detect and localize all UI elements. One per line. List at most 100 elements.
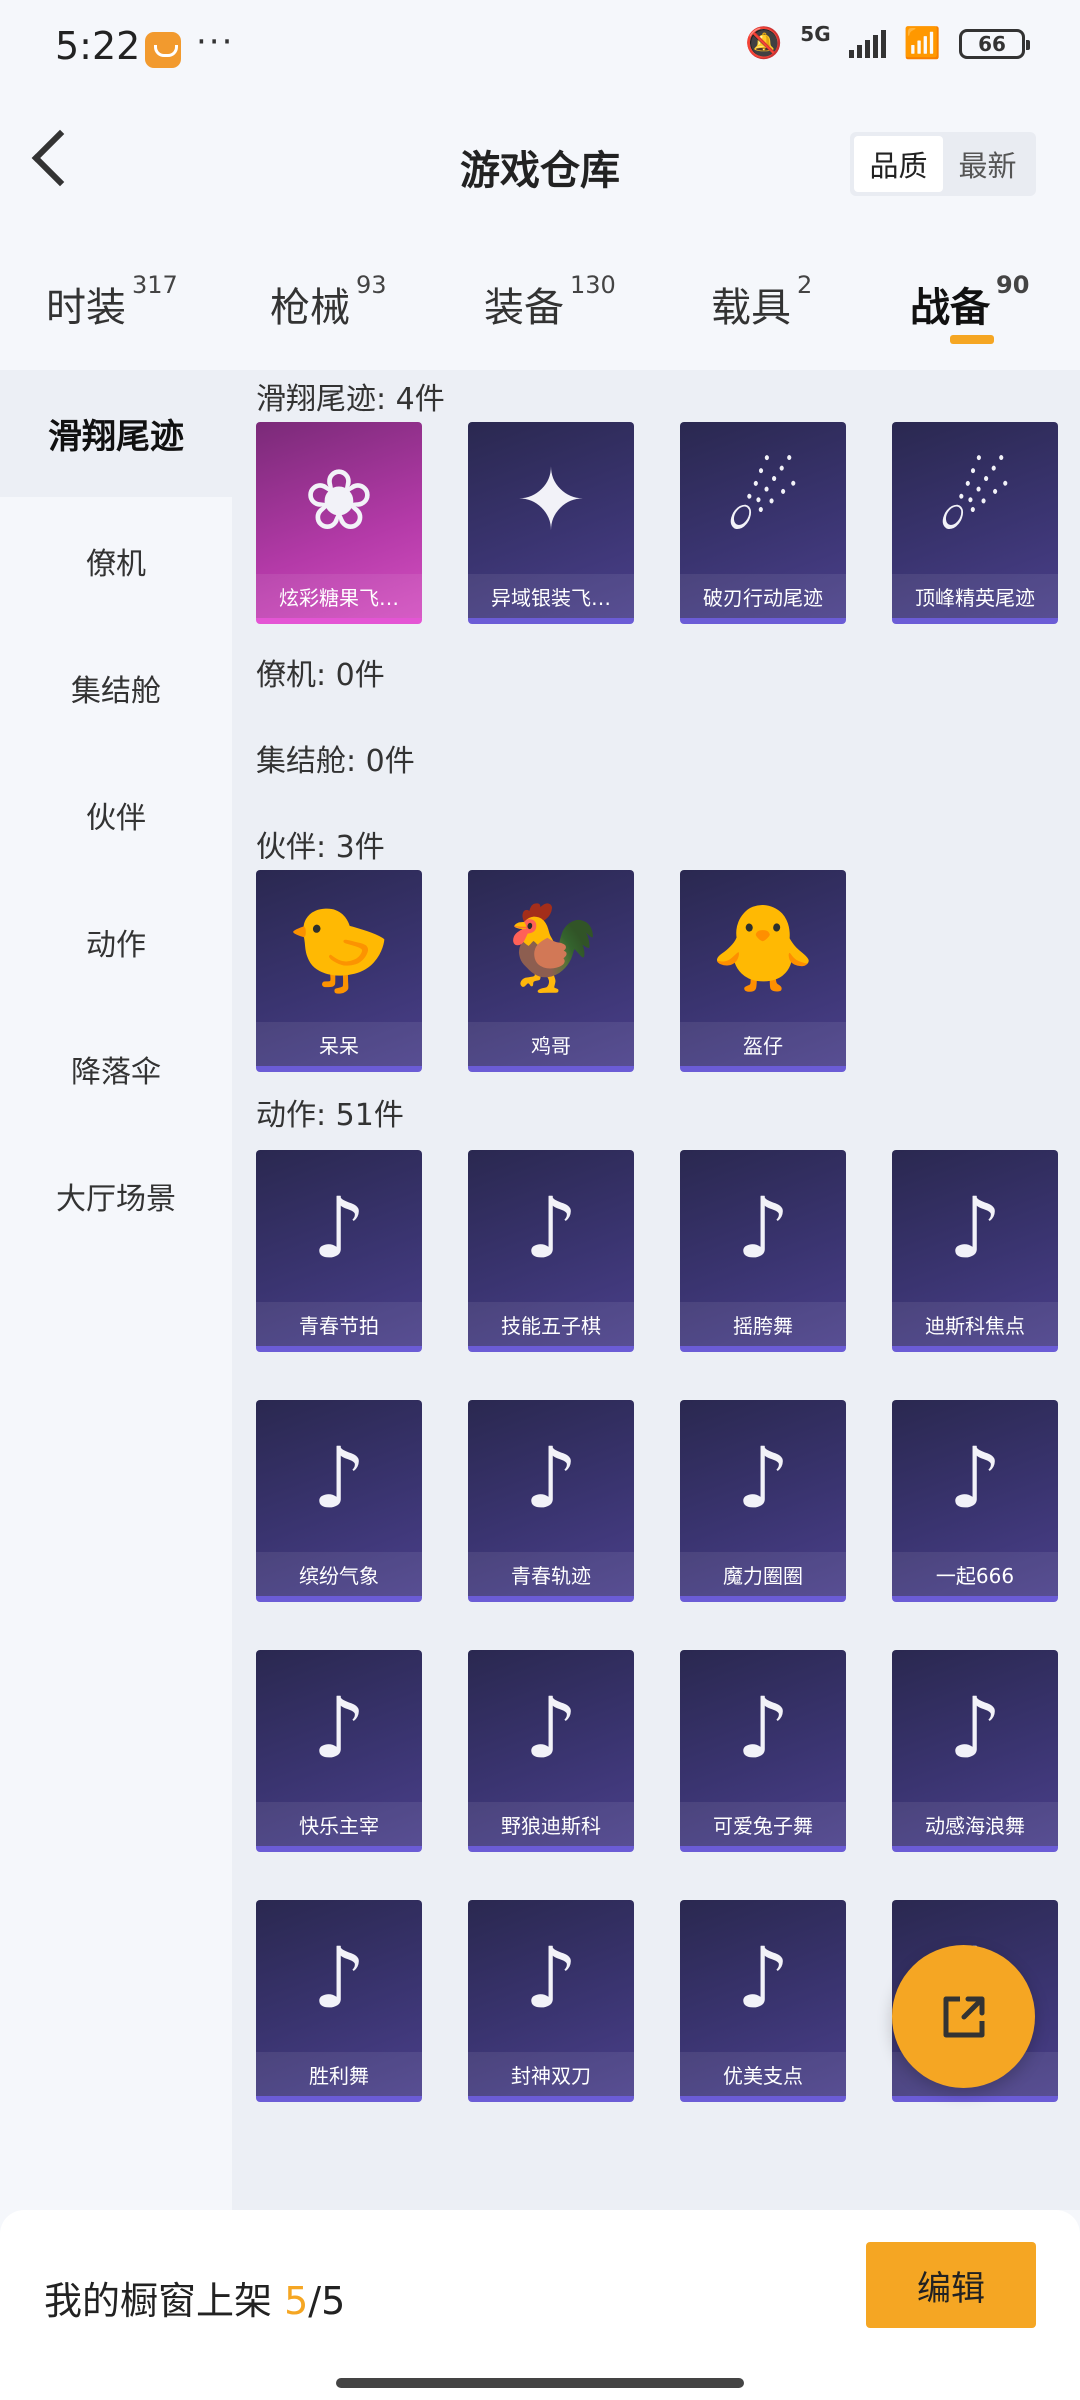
showcase-label: 我的橱窗上架 — [44, 2279, 273, 2323]
item-card[interactable]: ♪ 迪斯科焦点 — [892, 1150, 1058, 1352]
tab-equipment[interactable]: 装备 130 — [484, 271, 616, 333]
item-name: 快乐主宰 — [256, 1802, 422, 1846]
item-card[interactable]: ♪ 青春轨迹 — [468, 1400, 634, 1602]
section-title: 僚机: 0件 — [256, 658, 385, 693]
item-name: 优美支点 — [680, 2052, 846, 2096]
item-card[interactable]: ♪ 胜利舞 — [256, 1900, 422, 2102]
item-name: 青春节拍 — [256, 1302, 422, 1346]
helmet-chick-icon: 🐥 — [710, 898, 816, 997]
dance-figure-icon: ♪ — [524, 1679, 578, 1777]
tab-guns[interactable]: 枪械 93 — [270, 271, 387, 333]
trail-figure-icon: ☄ — [937, 451, 1013, 549]
chick-icon: 🐤 — [286, 898, 392, 997]
dance-figure-icon: ♪ — [524, 1429, 578, 1527]
item-name: 缤纷气象 — [256, 1552, 422, 1596]
item-name: 摇胯舞 — [680, 1302, 846, 1346]
item-card[interactable]: ✦ 异域银装飞… — [468, 422, 634, 624]
dance-figure-icon: ♪ — [312, 1679, 366, 1777]
sidebar-item-glide-trail[interactable]: 滑翔尾迹 — [0, 370, 232, 497]
tab-label: 装备 — [484, 285, 564, 331]
item-name: 一起666 — [892, 1552, 1058, 1596]
sort-quality-button[interactable]: 品质 — [854, 136, 943, 192]
tab-battle-gear[interactable]: 战备 90 — [910, 271, 1029, 333]
item-name: 青春轨迹 — [468, 1552, 634, 1596]
item-name: 鸡哥 — [468, 1022, 634, 1066]
network-type: 5G — [800, 21, 831, 46]
item-name: 封神双刀 — [468, 2052, 634, 2096]
item-card[interactable]: ♪ 摇胯舞 — [680, 1150, 846, 1352]
sort-toggle: 品质 最新 — [850, 132, 1036, 196]
partner-grid: 🐤 呆呆 🐓 鸡哥 🐥 盔仔 — [256, 870, 1080, 1120]
home-indicator[interactable] — [336, 2378, 744, 2388]
tab-count: 93 — [356, 271, 387, 299]
item-card[interactable]: ☄ 破刃行动尾迹 — [680, 422, 846, 624]
item-name: 魔力圈圈 — [680, 1552, 846, 1596]
bottom-bar: 我的橱窗上架 5/5 编辑 — [0, 2210, 1080, 2400]
item-card[interactable]: ♪ 可爱兔子舞 — [680, 1650, 846, 1852]
showcase-used-count: 5 — [284, 2279, 309, 2323]
item-name: 野狼迪斯科 — [468, 1802, 634, 1846]
dance-figure-icon: ♪ — [312, 1429, 366, 1527]
wifi-icon: 📶 — [903, 26, 941, 61]
item-name: 动感海浪舞 — [892, 1802, 1058, 1846]
tab-count: 2 — [797, 271, 813, 299]
tab-label: 时装 — [46, 285, 126, 331]
glide-grid: ❀ 炫彩糖果飞… ✦ 异域银装飞… ☄ 破刃行动尾迹 ☄ 顶峰精英尾迹 — [256, 422, 1080, 672]
status-bar: 5:22 ··· 🔕 5G 📶 66 — [0, 0, 1080, 100]
item-card[interactable]: ♪ 野狼迪斯科 — [468, 1650, 634, 1852]
item-name: 炫彩糖果飞… — [256, 574, 422, 618]
share-button[interactable] — [892, 1945, 1035, 2088]
item-card[interactable]: ♪ 快乐主宰 — [256, 1650, 422, 1852]
edit-button[interactable]: 编辑 — [866, 2242, 1036, 2328]
mute-icon: 🔕 — [744, 26, 783, 61]
app-notification-icon — [145, 32, 181, 68]
item-card[interactable]: ❀ 炫彩糖果飞… — [256, 422, 422, 624]
item-card[interactable]: ♪ 魔力圈圈 — [680, 1400, 846, 1602]
item-card[interactable]: ♪ 技能五子棋 — [468, 1150, 634, 1352]
item-card[interactable]: ☄ 顶峰精英尾迹 — [892, 422, 1058, 624]
clock: 5:22 — [55, 24, 141, 68]
tab-count: 317 — [132, 271, 178, 299]
item-card[interactable]: ♪ 封神双刀 — [468, 1900, 634, 2102]
sort-newest-button[interactable]: 最新 — [943, 136, 1032, 192]
item-name: 胜利舞 — [256, 2052, 422, 2096]
header: 游戏仓库 品质 最新 — [0, 100, 1080, 235]
tab-fashion[interactable]: 时装 317 — [46, 271, 178, 333]
candy-wings-icon: ❀ — [303, 451, 375, 549]
sidebar-item-partner[interactable]: 伙伴 — [0, 751, 232, 878]
item-name: 破刃行动尾迹 — [680, 574, 846, 618]
sidebar-item-wingman[interactable]: 僚机 — [0, 497, 232, 624]
dual-blade-figure-icon: ♪ — [524, 1929, 578, 2027]
dance-figure-icon: ♪ — [948, 1429, 1002, 1527]
item-name: 技能五子棋 — [468, 1302, 634, 1346]
section-title: 伙伴: 3件 — [256, 830, 385, 865]
item-card[interactable]: ♪ 青春节拍 — [256, 1150, 422, 1352]
share-external-icon — [943, 1996, 984, 2037]
item-card[interactable]: ♪ 动感海浪舞 — [892, 1650, 1058, 1852]
item-name: 盔仔 — [680, 1022, 846, 1066]
item-name: 迪斯科焦点 — [892, 1302, 1058, 1346]
item-card[interactable]: ♪ 一起666 — [892, 1400, 1058, 1602]
item-card[interactable]: ♪ 优美支点 — [680, 1900, 846, 2102]
item-name: 呆呆 — [256, 1022, 422, 1066]
item-card[interactable]: 🐤 呆呆 — [256, 870, 422, 1072]
sidebar-item-rally-pod[interactable]: 集结舱 — [0, 624, 232, 751]
item-card[interactable]: 🐥 盔仔 — [680, 870, 846, 1072]
sidebar-item-emote[interactable]: 动作 — [0, 878, 232, 1005]
item-card[interactable]: ♪ 缤纷气象 — [256, 1400, 422, 1602]
item-list[interactable]: 滑翔尾迹: 4件 ❀ 炫彩糖果飞… ✦ 异域银装飞… ☄ 破刃行动尾迹 ☄ 顶峰精英尾迹… — [232, 370, 1080, 2210]
status-icons: 🔕 5G 📶 66 — [744, 22, 1030, 61]
signal-icon — [848, 29, 886, 58]
dance-figure-icon: ♪ — [736, 1179, 790, 1277]
item-card[interactable]: 🐓 鸡哥 — [468, 870, 634, 1072]
item-name: 顶峰精英尾迹 — [892, 574, 1058, 618]
sidebar-item-lobby-scene[interactable]: 大厅场景 — [0, 1132, 232, 1259]
sidebar-item-parachute[interactable]: 降落伞 — [0, 1005, 232, 1132]
battery-icon: 66 — [959, 28, 1030, 59]
tab-vehicles[interactable]: 载具 2 — [711, 271, 812, 333]
trail-figure-icon: ☄ — [725, 451, 801, 549]
dance-figure-icon: ♪ — [736, 1429, 790, 1527]
item-name: 异域银装飞… — [468, 574, 634, 618]
category-tabs: 时装 317 枪械 93 装备 130 载具 2 战备 90 — [0, 255, 1080, 365]
dance-figure-icon: ♪ — [736, 1679, 790, 1777]
